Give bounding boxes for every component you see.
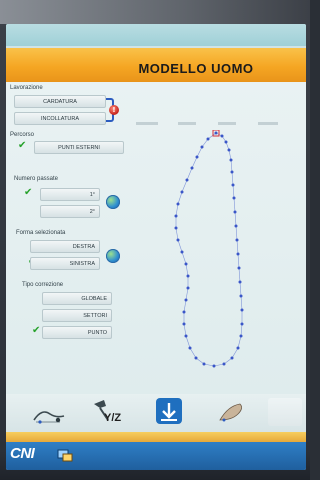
destra-label: DESTRA	[72, 243, 95, 250]
numero-passate-label: Numero passate	[14, 176, 59, 182]
path-point[interactable]	[182, 310, 186, 314]
foot-scan-tool-icon[interactable]	[30, 396, 70, 428]
path-point[interactable]	[195, 155, 199, 159]
sole-outline	[175, 132, 243, 367]
yz-label: Y/Z	[104, 412, 122, 424]
settori-button[interactable]: SETTORI	[42, 309, 112, 322]
path-point[interactable]	[188, 346, 192, 350]
lavorazione-label: Lavorazione	[10, 85, 43, 91]
passata-1-label: 1°	[89, 191, 95, 198]
passata-1-button[interactable]: 1°	[40, 188, 100, 201]
path-point[interactable]	[185, 178, 189, 182]
path-point[interactable]	[234, 224, 238, 228]
globale-label: GLOBALE	[81, 295, 107, 302]
path-point[interactable]	[206, 137, 210, 141]
check-icon: ✔	[18, 140, 27, 151]
status-strip	[6, 432, 306, 442]
view-tab[interactable]	[136, 122, 158, 125]
empty-tool-slot[interactable]	[268, 398, 302, 426]
path-point[interactable]	[229, 158, 233, 162]
path-point[interactable]	[235, 238, 239, 242]
path-point[interactable]	[186, 274, 190, 278]
view-tab[interactable]	[178, 122, 196, 125]
path-point[interactable]	[237, 266, 241, 270]
path-point[interactable]	[240, 322, 244, 326]
network-icon[interactable]	[56, 446, 74, 464]
punti-esterni-button[interactable]: PUNTI ESTERNI	[34, 141, 124, 154]
path-point[interactable]	[232, 196, 236, 200]
top-strip	[6, 24, 306, 46]
path-point[interactable]	[184, 334, 188, 338]
incollatura-button[interactable]: INCOLLATURA	[14, 112, 106, 125]
percorso-label: Percorso	[10, 132, 35, 138]
path-point[interactable]	[184, 298, 188, 302]
yz-tool[interactable]: Y/Z	[88, 396, 128, 428]
sole-path-canvas[interactable]	[126, 130, 296, 380]
path-point[interactable]	[200, 145, 204, 149]
path-point[interactable]	[230, 170, 234, 174]
path-point[interactable]	[240, 308, 244, 312]
check-icon: ✔	[32, 325, 41, 336]
cardatura-label: CARDATURA	[43, 98, 77, 105]
path-point[interactable]	[174, 214, 178, 218]
path-point[interactable]	[176, 202, 180, 206]
sinistra-label: SINISTRA	[69, 260, 95, 267]
view-tab[interactable]	[258, 122, 278, 125]
screen: MODELLO UOMO Lavorazione ✔ CARDATURA INC…	[6, 24, 306, 470]
path-point[interactable]	[180, 250, 184, 254]
punti-esterni-label: PUNTI ESTERNI	[58, 144, 100, 151]
globale-button[interactable]: GLOBALE	[42, 292, 112, 305]
globe-icon[interactable]	[106, 195, 120, 209]
path-point[interactable]	[231, 183, 235, 187]
view-tab[interactable]	[218, 122, 236, 125]
taskbar	[6, 442, 306, 470]
passata-2-label: 2°	[89, 208, 95, 215]
sinistra-button[interactable]: SINISTRA	[30, 257, 100, 270]
path-point[interactable]	[224, 140, 228, 144]
path-point[interactable]	[238, 280, 242, 284]
download-tool-icon[interactable]	[152, 396, 186, 428]
path-point[interactable]	[180, 190, 184, 194]
path-point[interactable]	[220, 134, 224, 138]
main-panel: Lavorazione ✔ CARDATURA INCOLLATURA ! Pe…	[6, 82, 306, 394]
page-title: MODELLO UOMO	[138, 61, 254, 76]
punto-button[interactable]: PUNTO	[42, 326, 112, 339]
path-point[interactable]	[212, 364, 216, 368]
path-point[interactable]	[222, 362, 226, 366]
path-point[interactable]	[184, 262, 188, 266]
passata-2-button[interactable]: 2°	[40, 205, 100, 218]
path-point[interactable]	[182, 322, 186, 326]
path-point[interactable]	[239, 334, 243, 338]
forma-selezionata-label: Forma selezionata	[16, 230, 66, 236]
path-point[interactable]	[202, 362, 206, 366]
path-point[interactable]	[186, 286, 190, 290]
globe-icon[interactable]	[106, 249, 120, 263]
path-point[interactable]	[227, 148, 231, 152]
path-point[interactable]	[174, 226, 178, 230]
path-point[interactable]	[194, 356, 198, 360]
tipo-correzione-label: Tipo correzione	[22, 282, 64, 288]
path-point[interactable]	[214, 131, 218, 135]
path-point[interactable]	[236, 346, 240, 350]
path-point[interactable]	[176, 238, 180, 242]
path-point[interactable]	[230, 356, 234, 360]
settori-label: SETTORI	[83, 312, 107, 319]
cardatura-button[interactable]: CARDATURA	[14, 95, 106, 108]
destra-button[interactable]: DESTRA	[30, 240, 100, 253]
error-toggle-icon[interactable]: !	[109, 105, 119, 115]
incollatura-label: INCOLLATURA	[40, 115, 80, 122]
path-point[interactable]	[233, 210, 237, 214]
punto-label: PUNTO	[87, 329, 107, 336]
path-point[interactable]	[239, 294, 243, 298]
sole-path-points	[174, 131, 244, 368]
cni-logo: CNI	[10, 445, 35, 462]
foot-profile-tool-icon[interactable]	[212, 396, 252, 428]
path-point[interactable]	[190, 166, 194, 170]
path-point[interactable]	[236, 252, 240, 256]
bezel-top-edge	[0, 0, 310, 24]
check-icon: ✔	[24, 187, 33, 198]
